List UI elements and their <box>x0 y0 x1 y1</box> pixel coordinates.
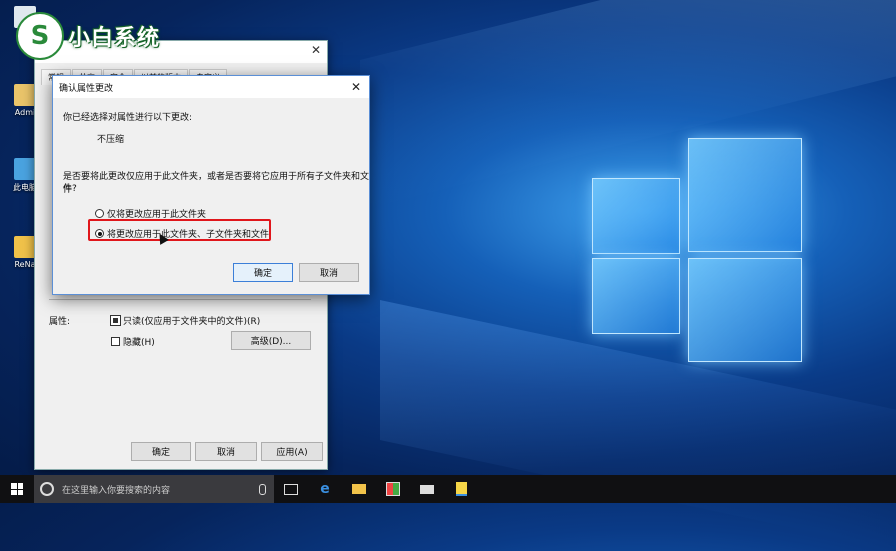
cancel-button[interactable]: 取消 <box>195 442 257 461</box>
folder-icon <box>14 236 36 258</box>
task-view-icon[interactable] <box>274 475 308 503</box>
confirm-attribute-changes-dialog: 确认属性更改 ✕ 你已经选择对属性进行以下更改: 不压缩 是否要将此更改仅应用于… <box>52 75 370 295</box>
store-icon[interactable] <box>376 475 410 503</box>
search-icon <box>40 482 54 496</box>
advanced-button[interactable]: 高级(D)... <box>231 331 311 350</box>
checkbox-indeterminate[interactable] <box>110 315 121 326</box>
microphone-icon[interactable] <box>259 483 266 495</box>
red-highlight-box <box>88 219 271 241</box>
hidden-checkbox[interactable]: 隐藏(H) <box>111 335 155 348</box>
start-button[interactable] <box>0 475 34 503</box>
search-placeholder: 在这里输入你要搜索的内容 <box>62 485 171 496</box>
dialog-intro: 你已经选择对属性进行以下更改: <box>63 113 193 123</box>
computer-icon <box>14 158 36 180</box>
dialog-title: 确认属性更改 <box>53 76 369 98</box>
brand-name: 小白系统 <box>68 26 161 51</box>
dialog-question-cont: 件? <box>63 184 77 194</box>
change-description: 不压缩 <box>97 135 125 145</box>
dialog-question: 是否要将此更改仅应用于此文件夹，或者是否要将它应用于所有子文件夹和文件 <box>63 172 370 195</box>
taskbar: 在这里输入你要搜索的内容 e <box>0 475 896 503</box>
cancel-button[interactable]: 取消 <box>299 263 359 282</box>
windows-logo-wallpaper <box>592 138 802 362</box>
readonly-checkbox[interactable]: 只读(仅应用于文件夹中的文件)(R) <box>110 314 260 327</box>
close-icon[interactable]: ✕ <box>311 43 321 57</box>
search-box[interactable]: 在这里输入你要搜索的内容 <box>34 475 274 503</box>
start-icon <box>11 483 23 495</box>
brand-logo-icon: S <box>16 12 64 60</box>
ok-button[interactable]: 确定 <box>233 263 293 282</box>
checkbox[interactable] <box>111 337 120 346</box>
ok-button[interactable]: 确定 <box>131 442 191 461</box>
apply-button[interactable]: 应用(A) <box>261 442 323 461</box>
file-explorer-icon[interactable] <box>342 475 376 503</box>
radio-button[interactable] <box>95 209 104 218</box>
attributes-label: 属性: <box>49 317 71 327</box>
mail-icon[interactable] <box>410 475 444 503</box>
brand-watermark: S 小白系统 <box>16 12 160 60</box>
user-folder-icon <box>14 84 36 106</box>
edge-icon[interactable]: e <box>308 475 342 503</box>
divider <box>49 299 311 300</box>
close-icon[interactable]: ✕ <box>351 80 361 94</box>
sticky-notes-icon[interactable] <box>444 475 478 503</box>
